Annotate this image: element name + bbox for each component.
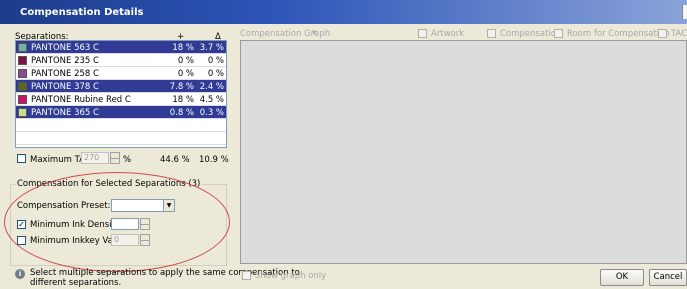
ok-button[interactable]: OK	[600, 269, 644, 286]
total-percent: 44.6 %	[160, 155, 190, 165]
separation-percent: 0.8 %	[169, 108, 194, 118]
window-title: Compensation Details	[20, 7, 144, 18]
compensation-preset-label: Compensation Preset:	[17, 201, 111, 211]
min-ink-density-label: Minimum Ink Density:	[30, 220, 123, 230]
separation-percent: 18 %	[172, 43, 194, 53]
tac-label: TAC	[671, 29, 687, 39]
separation-name: PANTONE 258 C	[31, 69, 99, 79]
separation-row[interactable]: PANTONE 563 C 18 % 3.7 %	[16, 41, 226, 54]
artwork-label: Artwork	[431, 29, 465, 39]
max-tac-checkbox[interactable]	[17, 154, 26, 163]
separations-list[interactable]: PANTONE 563 C 18 % 3.7 % PANTONE 235 C 0…	[15, 40, 227, 148]
show-graph-only-checkbox[interactable]	[242, 271, 251, 280]
separation-row[interactable]: PANTONE 258 C 0 % 0 %	[16, 67, 226, 80]
separation-name: PANTONE 378 C	[31, 82, 99, 92]
chevron-down-icon[interactable]: ▾	[312, 28, 316, 38]
min-inkkey-checkbox[interactable]	[17, 236, 26, 245]
separation-row[interactable]: PANTONE 235 C 0 % 0 %	[16, 54, 226, 67]
compensation-label: Compensation	[500, 29, 562, 39]
empty-row	[16, 119, 226, 132]
chevron-down-icon[interactable]: ▼	[163, 200, 174, 211]
compensation-graph-area	[240, 40, 687, 264]
compensation-checkbox[interactable]	[487, 29, 496, 38]
max-tac-stepper[interactable]	[110, 152, 120, 164]
separation-row[interactable]: PANTONE 365 C 0.8 % 0.3 %	[16, 106, 226, 119]
min-ink-density-checkbox[interactable]: ✓	[17, 220, 26, 229]
graph-header: Compensation Graph ▾ Artwork Compensatio…	[240, 28, 687, 40]
color-swatch	[18, 69, 27, 78]
separation-row[interactable]: PANTONE Rubine Red C 18 % 4.5 %	[16, 93, 226, 106]
min-ink-density-input[interactable]	[111, 218, 139, 230]
artwork-checkbox[interactable]	[418, 29, 427, 38]
compensation-panel: Separations: + Δ PANTONE 563 C 18 % 3.7 …	[0, 24, 687, 289]
separation-delta: 0 %	[207, 69, 224, 79]
separation-percent: 0 %	[177, 69, 194, 79]
separation-delta: 0.3 %	[199, 108, 224, 118]
separation-row[interactable]: PANTONE 378 C 7.8 % 2.4 %	[16, 80, 226, 93]
separation-name: PANTONE 563 C	[31, 43, 99, 53]
cancel-button[interactable]: Cancel	[649, 269, 687, 286]
separation-delta: 2.4 %	[199, 82, 224, 92]
total-delta: 10.9 %	[199, 155, 229, 165]
max-tac-input[interactable]: 270	[81, 152, 109, 164]
room-for-compensation-checkbox[interactable]	[554, 29, 563, 38]
info-text-line2: different separations.	[30, 278, 122, 288]
max-tac-row: Maximum TAC: 270 % 44.6 % 10.9 %	[15, 152, 229, 165]
show-graph-only-label: Show graph only	[255, 271, 327, 281]
color-swatch	[18, 43, 27, 52]
separation-delta: 4.5 %	[199, 95, 224, 105]
empty-row	[16, 132, 226, 145]
tac-checkbox[interactable]	[658, 29, 667, 38]
max-tac-unit: %	[123, 155, 132, 165]
info-icon: i	[15, 269, 25, 279]
separation-name: PANTONE Rubine Red C	[31, 95, 131, 105]
separation-percent: 18 %	[172, 95, 194, 105]
separation-delta: 3.7 %	[199, 43, 224, 53]
separation-delta: 0 %	[207, 56, 224, 66]
title-bar: Compensation Details	[0, 0, 687, 24]
color-swatch	[18, 108, 27, 117]
separation-percent: 0 %	[177, 56, 194, 66]
color-swatch	[18, 82, 27, 91]
color-swatch	[18, 56, 27, 65]
min-ink-density-stepper[interactable]	[140, 218, 150, 230]
separation-percent: 7.8 %	[169, 82, 194, 92]
separation-name: PANTONE 235 C	[31, 56, 99, 66]
min-inkkey-stepper[interactable]	[140, 234, 150, 246]
room-for-compensation-label: Room for Compensation	[567, 29, 670, 39]
compensation-group-legend: Compensation for Selected Separations (3…	[16, 179, 202, 189]
compensation-preset-select[interactable]: ▼	[111, 199, 175, 212]
compensation-group: Compensation for Selected Separations (3…	[10, 179, 227, 266]
separation-name: PANTONE 365 C	[31, 108, 99, 118]
compensation-graph-label: Compensation Graph	[240, 29, 331, 39]
min-inkkey-input[interactable]: 0	[111, 234, 139, 246]
window-control-button[interactable]	[682, 5, 687, 19]
color-swatch	[18, 95, 27, 104]
